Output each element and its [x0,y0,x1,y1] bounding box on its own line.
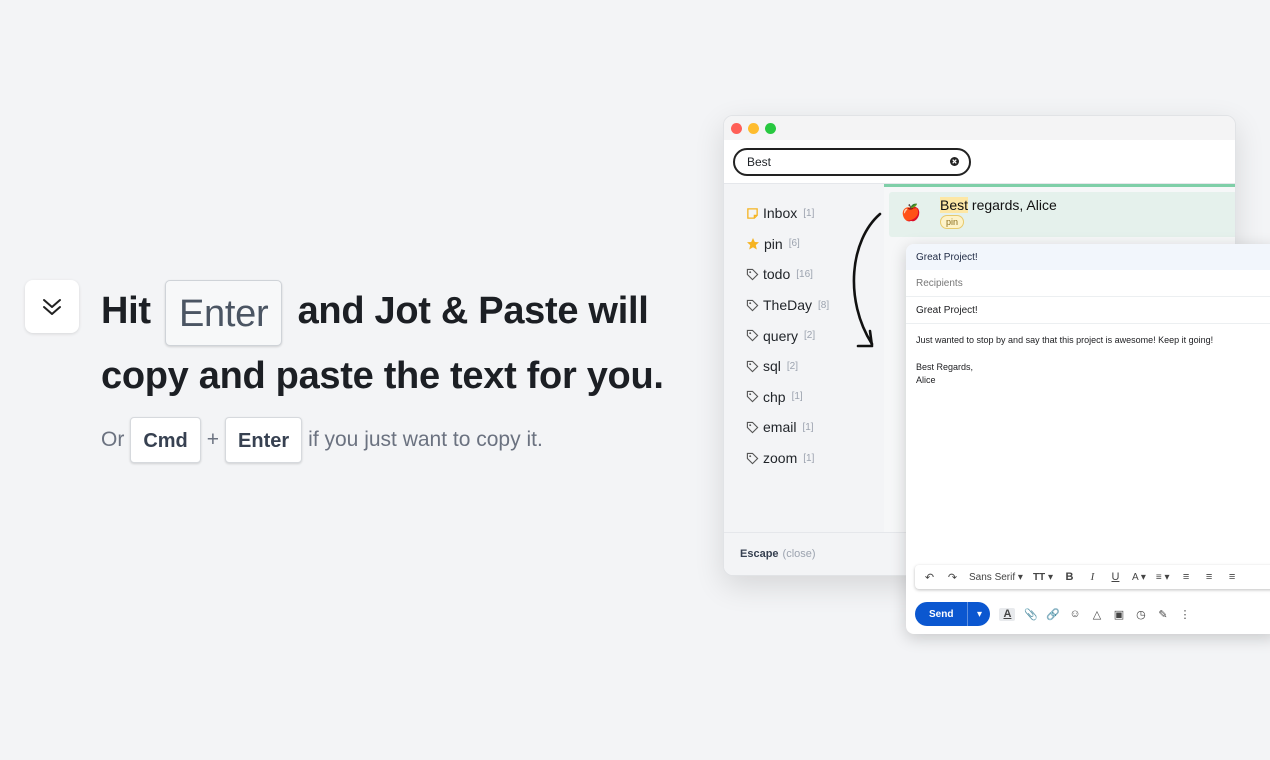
font-select-label: Sans Serif [969,571,1016,583]
link-icon[interactable]: 🔗 [1046,608,1060,621]
tag-icon [746,421,759,434]
apple-icon: 🍎 [901,205,921,222]
clear-search-icon[interactable] [950,157,959,166]
subline: Or Cmd + Enter if you just want to copy … [101,417,543,463]
sidebar-item-sql[interactable]: sql [2] [724,351,884,382]
sub-post: if you just want to copy it. [308,428,543,451]
enter-key-small: Enter [225,417,303,463]
sidebar-item-count: [16] [796,268,813,280]
plus-sign: + [206,428,220,451]
attach-icon[interactable]: 📎 [1024,608,1038,621]
italic-icon[interactable]: I [1086,571,1099,584]
sidebar-item-label: todo [763,266,791,283]
send-options-icon[interactable]: ▾ [968,602,990,626]
confidential-icon[interactable]: ◷ [1134,608,1147,621]
sidebar-item-count: [1] [791,391,803,403]
cmd-key: Cmd [130,417,201,463]
bulleted-list-icon[interactable]: ≡ [1203,571,1216,584]
drive-icon[interactable]: △ [1090,608,1103,621]
formatting-options-icon[interactable]: A [999,607,1016,621]
underline-icon[interactable]: U [1109,571,1122,584]
result-item[interactable]: 🍎 Best regards, Alice pin [889,192,1235,237]
tag-icon [746,299,759,311]
sub-pre: Or [101,428,125,451]
body-line: Alice [916,375,936,385]
sidebar-item-count: [1] [802,421,814,433]
star-icon [747,237,759,250]
emoji-icon[interactable]: ☺ [1068,608,1081,621]
more-options-icon[interactable]: ⋮ [1178,608,1191,621]
headline: Hit Enter and Jot & Paste will copy and … [101,280,691,406]
sidebar-item-zoom[interactable]: zoom [1] [724,443,884,474]
sidebar-item-label: TheDay [763,297,813,314]
sidebar-item-label: zoom [763,450,798,467]
tag-icon [746,360,759,373]
result-text: Best regards, Alice [940,197,1057,213]
tag-icon [746,391,759,403]
sidebar-item-label: Inbox [763,205,798,222]
signature-icon[interactable]: ✎ [1156,608,1169,621]
redo-icon[interactable]: ↷ [946,571,959,584]
pin-badge: pin [940,215,965,229]
email-compose-window: Great Project! Recipients Great Project!… [906,244,1270,634]
selection-indicator [884,184,1235,187]
subject-field[interactable]: Great Project! [906,297,1270,324]
scroll-down-button[interactable] [25,280,79,333]
chevrons-down-icon [43,298,61,315]
send-label: Send [915,602,969,626]
sidebar-item-label: query [763,327,799,344]
tag-icon [746,268,759,281]
escape-hint: (close) [782,548,816,560]
sidebar-item-count: [8] [818,299,830,311]
headline-pre: Hit [101,290,162,333]
text-size-icon[interactable]: TT ▾ [1033,572,1053,583]
formatting-toolbar: ↶ ↷ Sans Serif ▾ TT ▾ B I U A ▾ ≡ ▾ ≡ ≡ … [915,565,1270,589]
enter-key: Enter [165,280,283,346]
tag-icon [746,330,759,342]
sidebar-item-email[interactable]: email [1] [724,412,884,443]
numbered-list-icon[interactable]: ≡ [1180,571,1193,584]
maximize-window-button[interactable] [765,122,776,134]
send-row: Send ▾ A 📎 🔗 ☺ △ ▣ ◷ ✎ ⋮ [915,602,1191,626]
close-window-button[interactable] [731,122,742,134]
align-icon[interactable]: ≡ ▾ [1156,572,1170,583]
sidebar-item-chp[interactable]: chp [1] [724,382,884,413]
body-line: Just wanted to stop by and say that this… [916,335,1214,345]
text-color-icon[interactable]: A ▾ [1132,572,1146,583]
search-highlight: Best [940,197,969,213]
sidebar-item-count: [1] [803,452,815,464]
tag-icon [746,452,759,464]
sidebar-item-count: [1] [803,207,815,219]
sidebar-item-label: email [763,419,797,436]
escape-key-label: Escape [740,548,779,560]
sidebar-item-count: [2] [786,360,799,372]
bold-icon[interactable]: B [1063,571,1076,584]
search-input[interactable]: Best [733,147,971,176]
photo-icon[interactable]: ▣ [1112,608,1125,621]
result-rest: regards, Alice [968,197,1057,213]
indent-icon[interactable]: ≡ [1226,571,1239,584]
message-body[interactable]: Just wanted to stop by and say that this… [906,324,1270,398]
search-value: Best [747,154,772,169]
sidebar-item-count: [2] [804,330,816,342]
sidebar-item-label: pin [764,235,783,252]
body-line: Best Regards, [916,361,974,372]
minimize-window-button[interactable] [748,122,759,134]
search-row: Best [724,140,1235,184]
recipients-field[interactable]: Recipients [906,270,1270,297]
curved-arrow-icon [852,212,882,348]
note-icon [747,208,758,219]
sidebar-item-label: chp [763,388,786,405]
sidebar-item-label: sql [763,358,781,375]
font-select[interactable]: Sans Serif ▾ [969,572,1023,583]
compose-title: Great Project! [906,244,1270,270]
undo-icon[interactable]: ↶ [923,571,936,584]
sidebar-item-count: [6] [788,238,800,250]
titlebar [724,116,1235,140]
send-button[interactable]: Send ▾ [915,602,991,626]
